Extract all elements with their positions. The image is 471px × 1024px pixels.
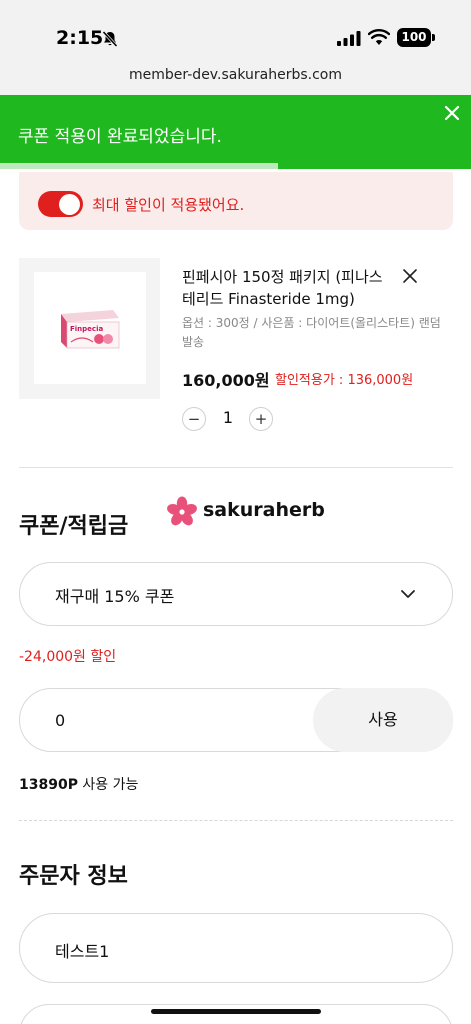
close-icon[interactable] <box>443 104 461 122</box>
points-suffix: 사용 가능 <box>82 777 139 793</box>
orderer-next-field[interactable] <box>19 1004 453 1024</box>
chevron-down-icon <box>401 590 415 598</box>
quantity-value: 1 <box>222 408 234 427</box>
max-discount-label: 최대 할인이 적용됐어요. <box>92 196 245 214</box>
coupon-select-value: 재구매 15% 쿠폰 <box>55 587 175 606</box>
orderer-name-value: 테스트1 <box>55 942 110 961</box>
home-indicator <box>151 1009 321 1014</box>
coupon-discount-amount: -24,000원 할인 <box>19 649 117 665</box>
points-available: 13890P 사용 가능 <box>19 774 138 794</box>
toggle-knob <box>59 194 80 215</box>
wifi-icon <box>368 29 390 45</box>
use-points-button[interactable]: 사용 <box>313 688 453 752</box>
coupon-section-title: 쿠폰/적립금 <box>19 514 129 539</box>
battery-tip <box>432 34 435 41</box>
section-divider <box>19 467 453 468</box>
product-box-image: Finpecia <box>61 310 120 349</box>
product-option: 옵션 : 300정 / 사은품 : 다이어트(올리스타트) 랜덤 발송 <box>182 316 441 349</box>
quantity-increase-button[interactable]: + <box>249 407 273 431</box>
signal-icon <box>337 31 361 46</box>
toast-notification: 쿠폰 적용이 완료되었습니다. <box>0 95 471 169</box>
points-amount: 13890P <box>19 777 78 793</box>
points-input-value: 0 <box>55 711 66 730</box>
quantity-decrease-button[interactable]: − <box>182 407 206 431</box>
status-time: 2:15 <box>56 27 104 49</box>
product-price: 160,000원 <box>182 371 270 390</box>
product-discount-price: 할인적용가 : 136,000원 <box>275 373 414 388</box>
sakura-flower-icon <box>167 496 197 526</box>
battery-indicator: 100 <box>397 28 431 47</box>
toast-progress-bar <box>0 163 278 169</box>
toast-message: 쿠폰 적용이 완료되었습니다. <box>18 127 222 147</box>
bell-off-icon <box>102 30 118 48</box>
address-bar-url[interactable]: member-dev.sakuraherbs.com <box>0 67 471 83</box>
brand-logo-text: sakuraherb <box>203 499 325 521</box>
section-divider-dashed <box>19 820 453 821</box>
product-name: 핀페시아 150정 패키지 (피나스테리드 Finasteride 1mg) <box>182 268 383 308</box>
close-icon[interactable] <box>402 268 418 284</box>
orderer-section-title: 주문자 정보 <box>19 864 128 889</box>
box-brand-text: Finpecia <box>70 325 103 333</box>
